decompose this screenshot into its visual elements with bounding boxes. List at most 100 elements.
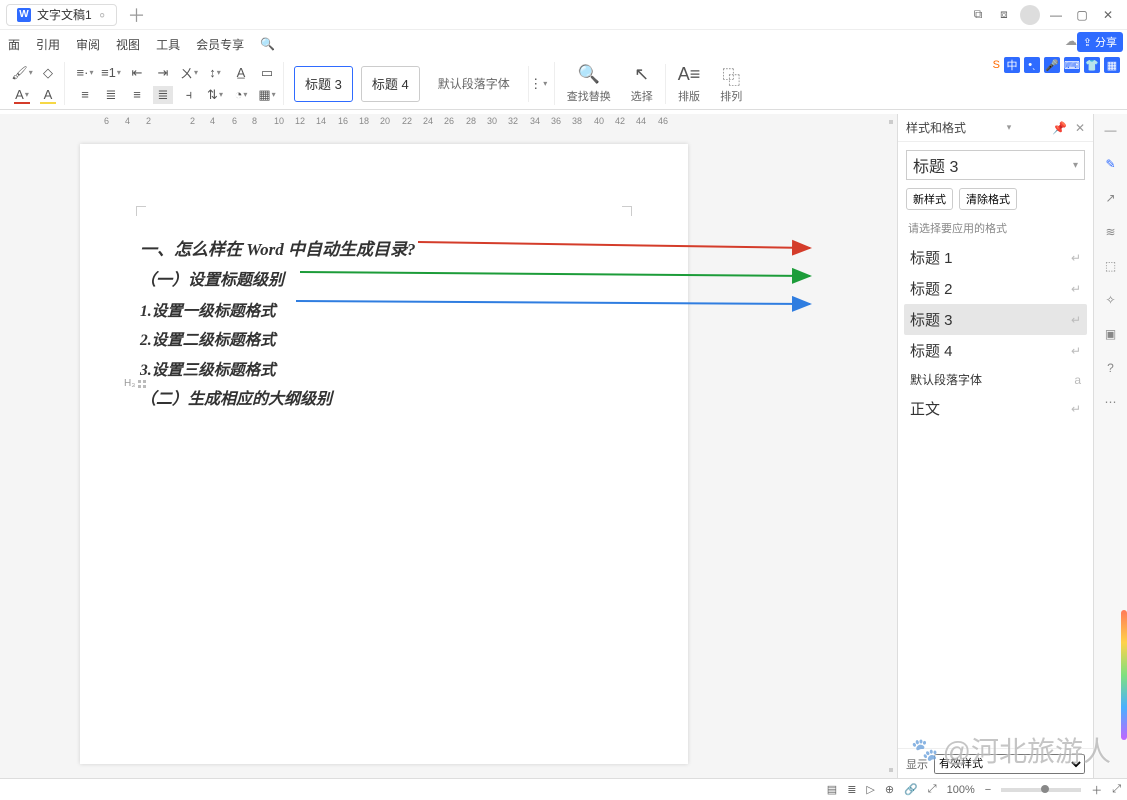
minimize-button[interactable]: ―: [1043, 2, 1069, 28]
ime-keyboard-icon[interactable]: ⌨: [1064, 57, 1080, 73]
heading-margin-marker: H₃: [124, 378, 146, 389]
menu-item-shenyue[interactable]: 审阅: [76, 36, 100, 53]
style-heading4[interactable]: 标题 4: [361, 66, 420, 102]
indent-inc-icon[interactable]: ⇥: [153, 64, 173, 82]
current-style-dropdown[interactable]: 标题 3 ▾: [906, 150, 1085, 180]
style-list-item[interactable]: 正文↵: [904, 393, 1087, 424]
chevron-down-icon: ▾: [1073, 160, 1078, 171]
panel-close-icon[interactable]: ✕: [1075, 121, 1085, 135]
new-style-button[interactable]: 新样式: [906, 188, 953, 210]
distribute-icon[interactable]: ⫞: [179, 86, 199, 104]
menu-item-yinyong[interactable]: 引用: [36, 36, 60, 53]
char-border1-icon[interactable]: A̲: [231, 64, 251, 82]
ime-lang[interactable]: 中: [1004, 57, 1020, 73]
document-line[interactable]: 一、怎么样在 Word 中自动生成目录?: [140, 234, 628, 266]
layout-icon[interactable]: ⧉: [965, 2, 991, 28]
document-line[interactable]: （一）设置标题级别: [140, 266, 628, 296]
styles-panel: 样式和格式 ▾ 📌 ✕ 标题 3 ▾ 新样式 清除格式 请选择要应用的格式 标题…: [897, 114, 1093, 778]
help-icon[interactable]: ?: [1101, 358, 1121, 378]
sliders-icon[interactable]: ≋: [1101, 222, 1121, 242]
style-more-icon[interactable]: ⋮: [528, 66, 548, 102]
ime-skin-icon[interactable]: 👕: [1084, 57, 1100, 73]
menu-item-mian[interactable]: 面: [8, 36, 20, 53]
align-left-icon[interactable]: ≡: [75, 86, 95, 104]
format-painter-icon[interactable]: 🖌: [12, 64, 32, 82]
style-list-item[interactable]: 标题 3↵: [904, 304, 1087, 335]
borders-icon[interactable]: ▦: [257, 86, 277, 104]
indent-dec-icon[interactable]: ⇤: [127, 64, 147, 82]
zoom-slider[interactable]: [1001, 788, 1081, 792]
fullscreen-icon[interactable]: ⤢: [1112, 783, 1121, 796]
bullets-icon[interactable]: ≡·: [75, 64, 95, 82]
footer-filter-select[interactable]: 有效样式: [934, 754, 1085, 774]
style-list-item[interactable]: 默认段落字体a: [904, 366, 1087, 393]
more-icon[interactable]: ⋯: [1101, 392, 1121, 412]
view-web-icon[interactable]: ⊕: [885, 783, 894, 796]
pencil-icon[interactable]: ✎: [1101, 154, 1121, 174]
user-avatar[interactable]: [1017, 2, 1043, 28]
zoom-out-icon[interactable]: −: [985, 784, 991, 796]
align-justify-icon[interactable]: ≣: [153, 86, 173, 104]
style-list-item[interactable]: 标题 1↵: [904, 242, 1087, 273]
scrollbar[interactable]: [889, 118, 893, 774]
zoom-in-icon[interactable]: ＋: [1091, 782, 1102, 798]
document-line[interactable]: （二）生成相应的大纲级别: [140, 385, 628, 415]
cloud-icon[interactable]: ☁: [1065, 34, 1077, 48]
highlight-icon[interactable]: A: [38, 86, 58, 104]
document-line[interactable]: 1.设置一级标题格式: [140, 297, 628, 326]
numbering-icon[interactable]: ≡1: [101, 64, 121, 82]
menu-item-huiyuan[interactable]: 会员专享: [196, 36, 244, 53]
menu-item-gongju[interactable]: 工具: [156, 36, 180, 53]
view-link-icon[interactable]: 🔗: [904, 783, 918, 796]
text-dir-icon[interactable]: ↕: [205, 64, 225, 82]
word-doc-icon: W: [17, 8, 31, 22]
maximize-button[interactable]: ▢: [1069, 2, 1095, 28]
clear-style-button[interactable]: 清除格式: [959, 188, 1017, 210]
document-tab[interactable]: W 文字文稿1 ∘: [6, 4, 117, 26]
align-center-icon[interactable]: ≣: [101, 86, 121, 104]
style-default-font[interactable]: 默认段落字体: [428, 66, 520, 102]
zoom-value[interactable]: 100%: [947, 784, 975, 796]
share-button[interactable]: ⇪ 分享: [1077, 32, 1123, 52]
style-list-item[interactable]: 标题 2↵: [904, 273, 1087, 304]
document-line[interactable]: 2.设置二级标题格式: [140, 326, 628, 355]
sparkle-icon[interactable]: ✧: [1101, 290, 1121, 310]
document-line[interactable]: 3.设置三级标题格式: [140, 356, 628, 385]
view-outline-icon[interactable]: ≣: [847, 783, 856, 796]
style-heading3[interactable]: 标题 3: [294, 66, 353, 102]
panel-title: 样式和格式: [906, 119, 966, 136]
document-page[interactable]: 一、怎么样在 Word 中自动生成目录?（一）设置标题级别1.设置一级标题格式2…: [80, 144, 688, 764]
tab-close-icon[interactable]: ∘: [98, 6, 107, 23]
shading-icon[interactable]: ◔: [231, 86, 251, 104]
color-strip: [1121, 610, 1127, 740]
collapse-icon[interactable]: —: [1101, 120, 1121, 140]
find-replace-button[interactable]: 🔍 查找替换: [559, 64, 619, 104]
object-icon[interactable]: ⬚: [1101, 256, 1121, 276]
ime-mic-icon[interactable]: 🎤: [1044, 57, 1060, 73]
style-list-item[interactable]: 标题 4↵: [904, 335, 1087, 366]
horizontal-ruler[interactable]: 6422468101214161820222426283032343638404…: [80, 114, 877, 128]
footer-show-label: 显示: [906, 756, 928, 772]
ime-punct-icon[interactable]: •ˎ: [1024, 57, 1040, 73]
fit-width-icon[interactable]: ⤢: [928, 783, 937, 796]
align-right-icon[interactable]: ≡: [127, 86, 147, 104]
view-read-icon[interactable]: ▷: [866, 783, 874, 796]
search-icon[interactable]: 🔍: [260, 37, 275, 51]
ime-grid-icon[interactable]: ▦: [1104, 57, 1120, 73]
view-page-icon[interactable]: ▤: [827, 783, 837, 796]
menu-item-shitu[interactable]: 视图: [116, 36, 140, 53]
select-button[interactable]: ↖ 选择: [623, 64, 661, 104]
close-button[interactable]: ✕: [1095, 2, 1121, 28]
arrange-button[interactable]: ⿻ 排列: [712, 64, 750, 104]
pinyin-icon[interactable]: ㄨ: [179, 64, 199, 82]
layout-button[interactable]: A≡ 排版: [670, 64, 709, 104]
eye-icon[interactable]: ▣: [1101, 324, 1121, 344]
new-tab-button[interactable]: ＋: [127, 2, 145, 28]
pin-icon[interactable]: 📌: [1052, 121, 1067, 135]
font-color-icon[interactable]: A: [12, 86, 32, 104]
cube-icon[interactable]: ⧈: [991, 2, 1017, 28]
line-spacing-icon[interactable]: ⇅: [205, 86, 225, 104]
clear-format-icon[interactable]: ◇: [38, 64, 58, 82]
pointer-icon[interactable]: ↗: [1101, 188, 1121, 208]
char-border2-icon[interactable]: ▭: [257, 64, 277, 82]
